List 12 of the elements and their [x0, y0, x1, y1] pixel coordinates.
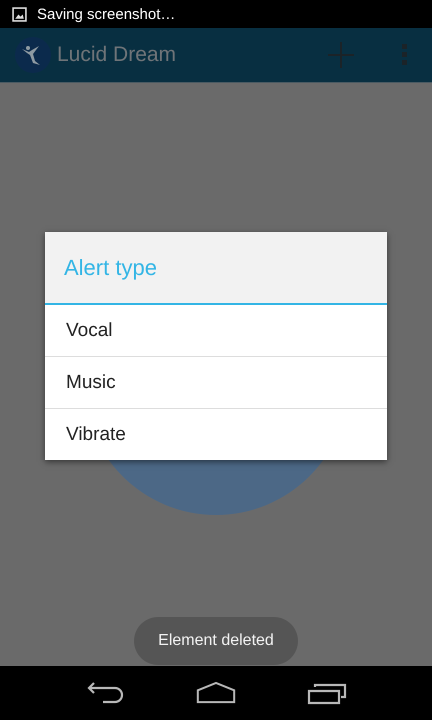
app-title: Lucid Dream [57, 43, 176, 67]
dialog-option[interactable]: Vocal [45, 305, 387, 356]
dialog-title: Alert type [45, 232, 387, 305]
dialog-option[interactable]: Music [45, 356, 387, 408]
back-icon[interactable] [85, 681, 126, 705]
dancer-logo-icon [15, 37, 51, 73]
recent-apps-icon[interactable] [306, 681, 347, 705]
image-icon [12, 6, 27, 22]
dialog-option[interactable]: Vibrate [45, 408, 387, 460]
toast-message: Element deleted [134, 617, 298, 665]
notification-text: Saving screenshot… [37, 6, 176, 22]
home-icon[interactable] [196, 681, 236, 705]
